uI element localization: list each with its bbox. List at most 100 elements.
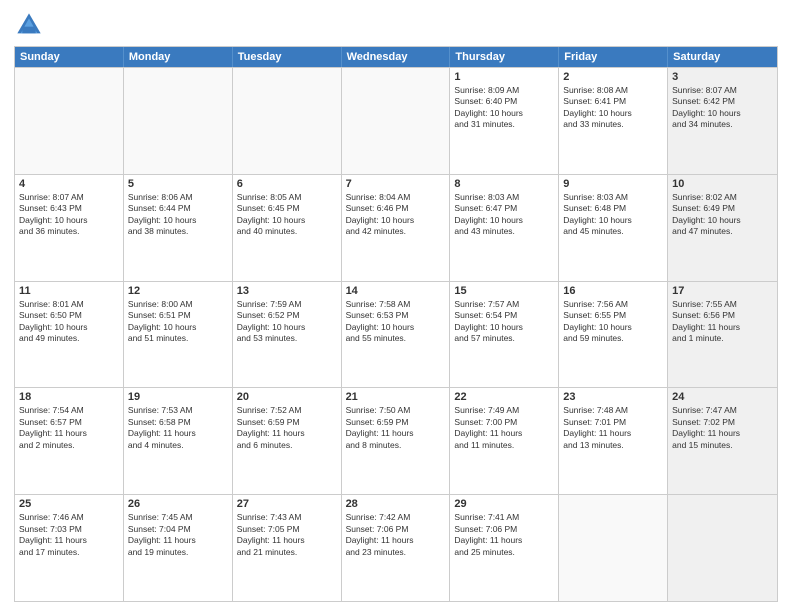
weekday-header-wednesday: Wednesday: [342, 47, 451, 67]
calendar-header: SundayMondayTuesdayWednesdayThursdayFrid…: [15, 47, 777, 67]
logo: [14, 10, 48, 40]
day-number-22: 22: [454, 391, 554, 403]
calendar: SundayMondayTuesdayWednesdayThursdayFrid…: [14, 46, 778, 602]
empty-cell-0-2: [233, 68, 342, 174]
day-cell-2: 2 Sunrise: 8:08 AM Sunset: 6:41 PM Daylig…: [559, 68, 668, 174]
day-cell-3: 3 Sunrise: 8:07 AM Sunset: 6:42 PM Daylig…: [668, 68, 777, 174]
calendar-row-1: 4 Sunrise: 8:07 AM Sunset: 6:43 PM Daylig…: [15, 174, 777, 281]
day-number-17: 17: [672, 285, 773, 297]
day-info-6: Sunrise: 8:05 AM Sunset: 6:45 PM Dayligh…: [237, 192, 337, 238]
day-cell-16: 16 Sunrise: 7:56 AM Sunset: 6:55 PM Dayli…: [559, 282, 668, 388]
day-info-12: Sunrise: 8:00 AM Sunset: 6:51 PM Dayligh…: [128, 299, 228, 345]
day-info-7: Sunrise: 8:04 AM Sunset: 6:46 PM Dayligh…: [346, 192, 446, 238]
day-cell-26: 26 Sunrise: 7:45 AM Sunset: 7:04 PM Dayli…: [124, 495, 233, 601]
day-number-12: 12: [128, 285, 228, 297]
day-info-29: Sunrise: 7:41 AM Sunset: 7:06 PM Dayligh…: [454, 512, 554, 558]
day-number-27: 27: [237, 498, 337, 510]
calendar-row-0: 1Sunrise: 8:09 AM Sunset: 6:40 PM Daylig…: [15, 67, 777, 174]
day-cell-18: 18Sunrise: 7:54 AM Sunset: 6:57 PM Dayli…: [15, 388, 124, 494]
day-info-22: Sunrise: 7:49 AM Sunset: 7:00 PM Dayligh…: [454, 405, 554, 451]
weekday-header-friday: Friday: [559, 47, 668, 67]
day-info-3: Sunrise: 8:07 AM Sunset: 6:42 PM Dayligh…: [672, 85, 773, 131]
empty-cell-4-5: [559, 495, 668, 601]
day-cell-8: 8 Sunrise: 8:03 AM Sunset: 6:47 PM Daylig…: [450, 175, 559, 281]
day-cell-20: 20 Sunrise: 7:52 AM Sunset: 6:59 PM Dayli…: [233, 388, 342, 494]
day-number-10: 10: [672, 178, 773, 190]
weekday-header-monday: Monday: [124, 47, 233, 67]
day-number-3: 3: [672, 71, 773, 83]
day-number-8: 8: [454, 178, 554, 190]
calendar-body: 1Sunrise: 8:09 AM Sunset: 6:40 PM Daylig…: [15, 67, 777, 601]
day-cell-29: 29 Sunrise: 7:41 AM Sunset: 7:06 PM Dayli…: [450, 495, 559, 601]
day-cell-27: 27 Sunrise: 7:43 AM Sunset: 7:05 PM Dayli…: [233, 495, 342, 601]
day-number-23: 23: [563, 391, 663, 403]
day-cell-23: 23Sunrise: 7:48 AM Sunset: 7:01 PM Dayli…: [559, 388, 668, 494]
day-cell-4: 4 Sunrise: 8:07 AM Sunset: 6:43 PM Daylig…: [15, 175, 124, 281]
day-info-8: Sunrise: 8:03 AM Sunset: 6:47 PM Dayligh…: [454, 192, 554, 238]
day-info-13: Sunrise: 7:59 AM Sunset: 6:52 PM Dayligh…: [237, 299, 337, 345]
weekday-header-tuesday: Tuesday: [233, 47, 342, 67]
empty-cell-0-3: [342, 68, 451, 174]
day-cell-22: 22 Sunrise: 7:49 AM Sunset: 7:00 PM Dayli…: [450, 388, 559, 494]
day-info-27: Sunrise: 7:43 AM Sunset: 7:05 PM Dayligh…: [237, 512, 337, 558]
day-number-16: 16: [563, 285, 663, 297]
day-cell-5: 5Sunrise: 8:06 AM Sunset: 6:44 PM Daylig…: [124, 175, 233, 281]
day-number-1: 1: [454, 71, 554, 83]
day-number-13: 13: [237, 285, 337, 297]
day-info-26: Sunrise: 7:45 AM Sunset: 7:04 PM Dayligh…: [128, 512, 228, 558]
day-cell-7: 7 Sunrise: 8:04 AM Sunset: 6:46 PM Daylig…: [342, 175, 451, 281]
day-info-20: Sunrise: 7:52 AM Sunset: 6:59 PM Dayligh…: [237, 405, 337, 451]
day-cell-14: 14 Sunrise: 7:58 AM Sunset: 6:53 PM Dayli…: [342, 282, 451, 388]
day-number-25: 25: [19, 498, 119, 510]
day-number-18: 18: [19, 391, 119, 403]
day-number-9: 9: [563, 178, 663, 190]
day-cell-6: 6 Sunrise: 8:05 AM Sunset: 6:45 PM Daylig…: [233, 175, 342, 281]
page: SundayMondayTuesdayWednesdayThursdayFrid…: [0, 0, 792, 612]
logo-icon: [14, 10, 44, 40]
empty-cell-0-1: [124, 68, 233, 174]
day-number-4: 4: [19, 178, 119, 190]
day-cell-19: 19 Sunrise: 7:53 AM Sunset: 6:58 PM Dayli…: [124, 388, 233, 494]
day-info-4: Sunrise: 8:07 AM Sunset: 6:43 PM Dayligh…: [19, 192, 119, 238]
day-number-26: 26: [128, 498, 228, 510]
day-number-15: 15: [454, 285, 554, 297]
day-cell-15: 15 Sunrise: 7:57 AM Sunset: 6:54 PM Dayli…: [450, 282, 559, 388]
day-info-14: Sunrise: 7:58 AM Sunset: 6:53 PM Dayligh…: [346, 299, 446, 345]
day-info-2: Sunrise: 8:08 AM Sunset: 6:41 PM Dayligh…: [563, 85, 663, 131]
day-info-19: Sunrise: 7:53 AM Sunset: 6:58 PM Dayligh…: [128, 405, 228, 451]
weekday-header-sunday: Sunday: [15, 47, 124, 67]
day-number-24: 24: [672, 391, 773, 403]
day-number-11: 11: [19, 285, 119, 297]
day-number-6: 6: [237, 178, 337, 190]
day-number-19: 19: [128, 391, 228, 403]
day-number-21: 21: [346, 391, 446, 403]
day-number-28: 28: [346, 498, 446, 510]
weekday-header-saturday: Saturday: [668, 47, 777, 67]
day-cell-11: 11 Sunrise: 8:01 AM Sunset: 6:50 PM Dayli…: [15, 282, 124, 388]
day-info-28: Sunrise: 7:42 AM Sunset: 7:06 PM Dayligh…: [346, 512, 446, 558]
day-cell-1: 1Sunrise: 8:09 AM Sunset: 6:40 PM Daylig…: [450, 68, 559, 174]
day-cell-28: 28 Sunrise: 7:42 AM Sunset: 7:06 PM Dayli…: [342, 495, 451, 601]
day-info-24: Sunrise: 7:47 AM Sunset: 7:02 PM Dayligh…: [672, 405, 773, 451]
day-info-16: Sunrise: 7:56 AM Sunset: 6:55 PM Dayligh…: [563, 299, 663, 345]
day-cell-10: 10 Sunrise: 8:02 AM Sunset: 6:49 PM Dayli…: [668, 175, 777, 281]
day-info-17: Sunrise: 7:55 AM Sunset: 6:56 PM Dayligh…: [672, 299, 773, 345]
day-number-14: 14: [346, 285, 446, 297]
day-info-9: Sunrise: 8:03 AM Sunset: 6:48 PM Dayligh…: [563, 192, 663, 238]
day-number-29: 29: [454, 498, 554, 510]
day-number-7: 7: [346, 178, 446, 190]
day-cell-21: 21 Sunrise: 7:50 AM Sunset: 6:59 PM Dayli…: [342, 388, 451, 494]
calendar-row-3: 18Sunrise: 7:54 AM Sunset: 6:57 PM Dayli…: [15, 387, 777, 494]
day-info-21: Sunrise: 7:50 AM Sunset: 6:59 PM Dayligh…: [346, 405, 446, 451]
day-cell-25: 25 Sunrise: 7:46 AM Sunset: 7:03 PM Dayli…: [15, 495, 124, 601]
day-number-20: 20: [237, 391, 337, 403]
empty-cell-0-0: [15, 68, 124, 174]
day-info-15: Sunrise: 7:57 AM Sunset: 6:54 PM Dayligh…: [454, 299, 554, 345]
day-info-11: Sunrise: 8:01 AM Sunset: 6:50 PM Dayligh…: [19, 299, 119, 345]
day-info-25: Sunrise: 7:46 AM Sunset: 7:03 PM Dayligh…: [19, 512, 119, 558]
day-info-10: Sunrise: 8:02 AM Sunset: 6:49 PM Dayligh…: [672, 192, 773, 238]
day-number-2: 2: [563, 71, 663, 83]
day-cell-12: 12 Sunrise: 8:00 AM Sunset: 6:51 PM Dayli…: [124, 282, 233, 388]
day-cell-13: 13 Sunrise: 7:59 AM Sunset: 6:52 PM Dayli…: [233, 282, 342, 388]
empty-cell-4-6: [668, 495, 777, 601]
